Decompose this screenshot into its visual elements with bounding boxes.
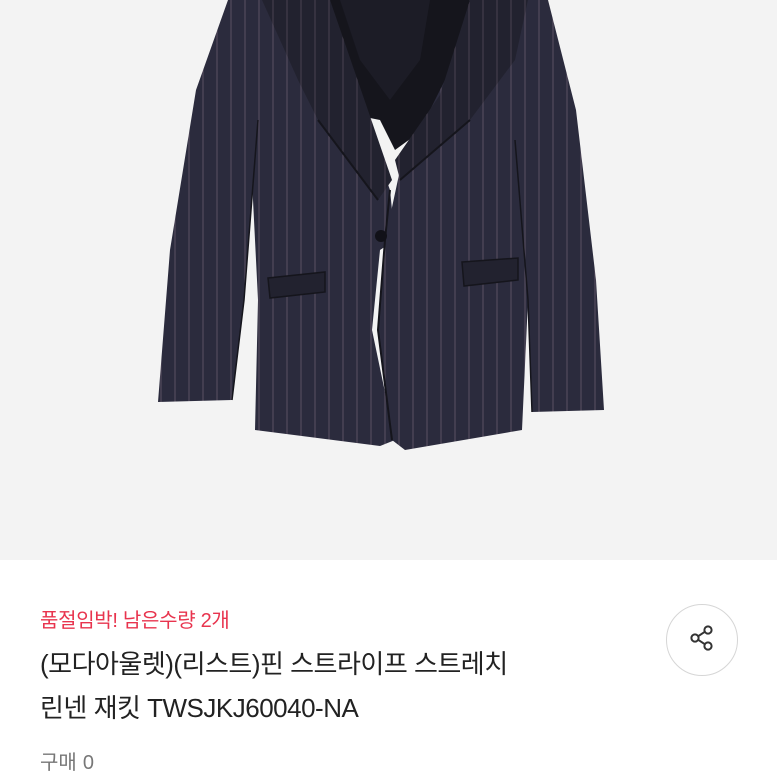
product-title-line-1: (모다아울렛)(리스트)핀 스트라이프 스트레치 [40, 649, 508, 679]
share-button[interactable] [666, 604, 738, 676]
purchase-count-value: 0 [82, 752, 94, 774]
product-title-line-2: 린넨 재킷 TWSJKJ60040-NA [40, 693, 359, 723]
product-detail-page: 품절임박! 남은수량 2개 (모다아울렛)(리스트)핀 스트라이프 스트레치 린… [0, 0, 777, 777]
jacket-illustration [158, 0, 604, 450]
purchase-label: 구매 [40, 752, 77, 774]
share-icon [687, 623, 717, 658]
purchase-count: 구매 0 [40, 746, 94, 775]
stock-alert-text: 품절임박! 남은수량 2개 [40, 610, 230, 632]
product-title: (모다아울렛)(리스트)핀 스트라이프 스트레치 린넨 재킷 TWSJKJ600… [40, 642, 640, 730]
product-image[interactable] [0, 0, 777, 560]
product-info: 품절임박! 남은수량 2개 (모다아울렛)(리스트)핀 스트라이프 스트레치 린… [0, 560, 777, 777]
